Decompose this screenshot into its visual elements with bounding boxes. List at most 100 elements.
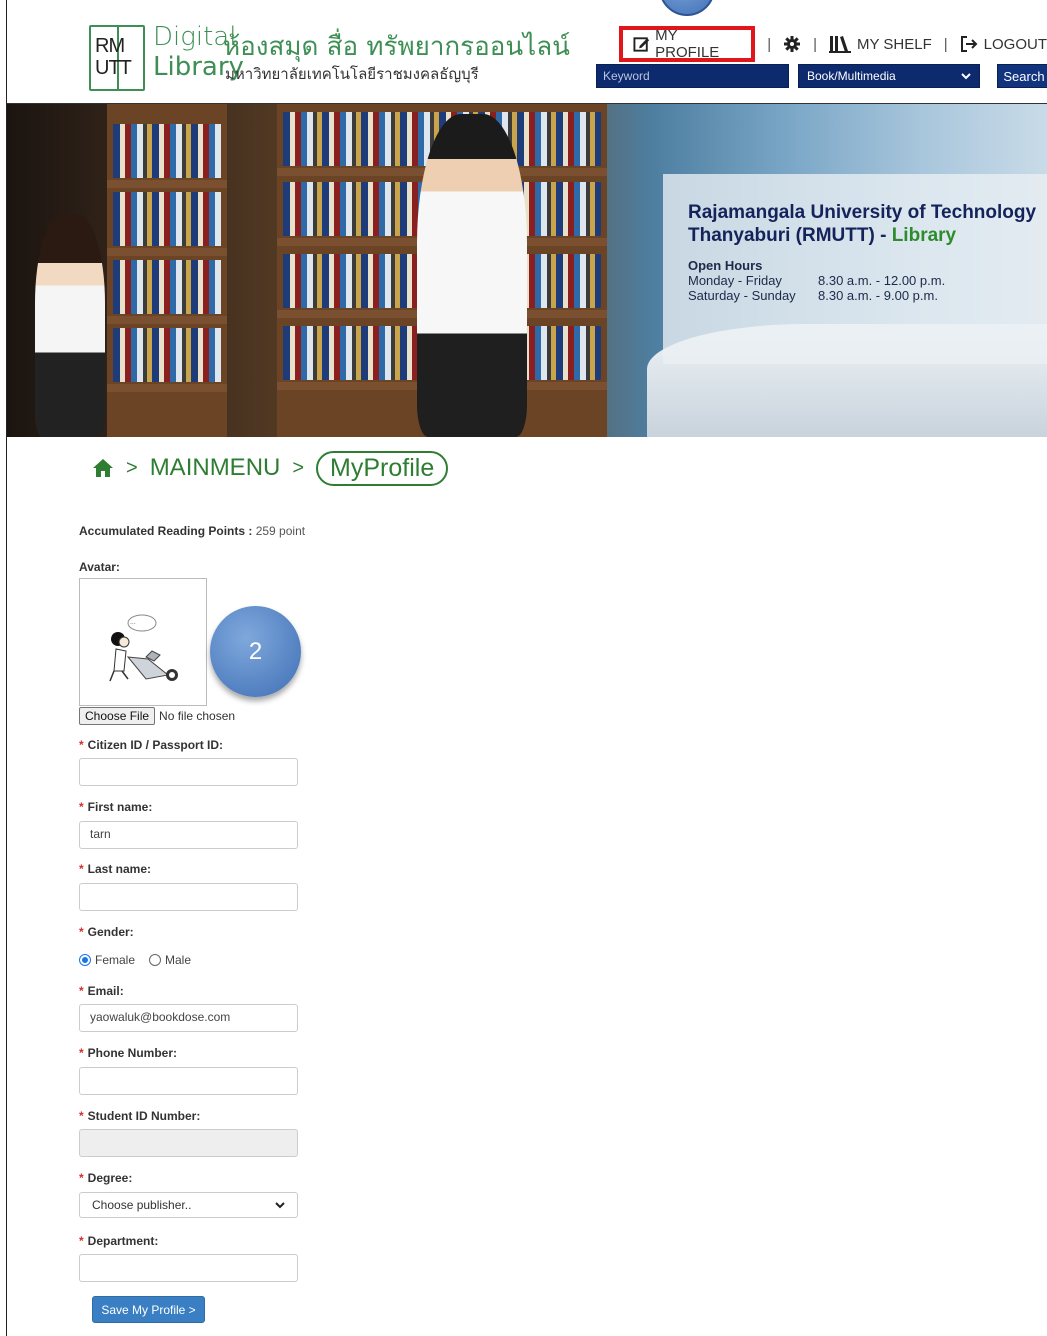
chevron-down-icon (961, 73, 971, 80)
first-name-label: * First name: (79, 800, 152, 814)
home-icon[interactable] (92, 458, 114, 478)
breadcrumb-separator: > (292, 456, 305, 479)
department-label-text: Department: (87, 1234, 159, 1248)
settings-link[interactable] (783, 35, 801, 53)
gear-icon (784, 36, 801, 52)
reading-points-label: Accumulated Reading Points : (79, 524, 256, 538)
open-hours: Open Hours Monday - Friday 8.30 a.m. - 1… (688, 258, 945, 303)
department-input[interactable] (79, 1254, 298, 1282)
avatar-label: Avatar: (79, 560, 120, 574)
degree-label: * Degree: (79, 1171, 132, 1185)
avatar-file-picker: Choose File No file chosen (79, 707, 235, 725)
library-info-panel: Rajamangala University of Technology Tha… (663, 174, 1047, 364)
search-keyword-input[interactable]: Keyword (596, 64, 789, 88)
university-name: Rajamangala University of Technology Tha… (688, 201, 1047, 247)
my-shelf-link[interactable]: MY SHELF (829, 35, 932, 53)
phone-input[interactable] (79, 1067, 298, 1095)
gender-label: * Gender: (79, 925, 134, 939)
student-figure (35, 214, 105, 437)
nav-separator: | (813, 35, 817, 53)
save-profile-button[interactable]: Save My Profile > (92, 1296, 205, 1323)
citizen-id-label-text: Citizen ID / Passport ID: (87, 738, 224, 752)
site-subtitle: มหาวิทยาลัยเทคโนโลยีราชมงคลธัญบุรี (225, 65, 479, 83)
my-profile-link[interactable]: MY PROFILE (619, 26, 756, 62)
required-mark: * (79, 862, 84, 876)
last-name-label: * Last name: (79, 862, 151, 876)
last-name-label-text: Last name: (87, 862, 152, 876)
logout-label: LOGOUT (983, 35, 1047, 53)
site-title: ห้องสมุด สื่อ ทรัพยากรออนไลน์ (223, 32, 570, 62)
choose-file-button[interactable]: Choose File (79, 707, 156, 725)
breadcrumb: > MAINMENU > MyProfile (92, 448, 449, 488)
svg-text:···: ··· (130, 621, 136, 628)
email-input[interactable]: yaowaluk@bookdose.com (79, 1004, 298, 1032)
hours-days: Saturday - Sunday (688, 288, 796, 303)
library-word: Library (891, 225, 957, 246)
breadcrumb-current: MyProfile (316, 450, 449, 486)
logout-icon (960, 36, 978, 52)
logo-rm-text: RM (95, 35, 125, 57)
breadcrumb-mainmenu[interactable]: MAINMENU (150, 454, 281, 482)
required-mark: * (79, 1234, 84, 1248)
phone-label-text: Phone Number: (87, 1046, 178, 1060)
required-mark: * (79, 984, 84, 998)
degree-select-value: Choose publisher.. (92, 1198, 192, 1212)
required-mark: * (79, 1046, 84, 1060)
student-id-label: * Student ID Number: (79, 1109, 200, 1123)
email-label-text: Email: (87, 984, 124, 998)
hours-time: 8.30 a.m. - 9.00 p.m. (818, 288, 938, 303)
step-marker-2: 2 (210, 606, 301, 697)
bookshelf-image (107, 104, 227, 437)
first-name-input[interactable]: tarn (79, 821, 298, 849)
my-profile-label: MY PROFILE (655, 27, 720, 61)
library-banner: Rajamangala University of Technology Tha… (7, 104, 1047, 437)
required-mark: * (79, 1109, 84, 1123)
gender-male-radio[interactable] (149, 954, 162, 966)
logo-utt-text: UTT (95, 57, 132, 79)
avatar-image: ··· (79, 578, 207, 706)
gender-label-text: Gender: (87, 925, 134, 939)
site-header: RM UTT Digital Library ห้องสมุด สื่อ ทรั… (7, 0, 1047, 104)
search-category-value: Book/Multimedia (807, 69, 896, 83)
reading-points-value: 259 point (255, 524, 306, 538)
hours-row: Monday - Friday 8.30 a.m. - 12.00 p.m. (688, 273, 945, 288)
nav-separator: | (943, 35, 948, 53)
gender-female-radio[interactable] (79, 954, 91, 966)
nav-separator: | (767, 35, 772, 53)
file-status: No file chosen (159, 709, 236, 723)
hours-days: Monday - Friday (688, 273, 782, 288)
student-figure (417, 114, 527, 437)
breadcrumb-separator: > (126, 456, 138, 479)
chevron-down-icon (275, 1202, 285, 1209)
hours-row: Saturday - Sunday 8.30 a.m. - 9.00 p.m. (688, 288, 945, 303)
phone-label: * Phone Number: (79, 1046, 177, 1060)
required-mark: * (79, 800, 84, 814)
gender-female-label: Female (95, 953, 136, 967)
rmutt-digital-library-logo[interactable]: RM UTT Digital Library (89, 21, 244, 93)
university-name-line1: Rajamangala University of Technology (688, 202, 1037, 223)
gender-options: Female Male (79, 953, 191, 967)
step-marker-1 (659, 0, 715, 16)
department-label: * Department: (79, 1234, 158, 1248)
search-category-select[interactable]: Book/Multimedia (798, 64, 980, 88)
my-shelf-label: MY SHELF (857, 35, 932, 53)
student-id-label-text: Student ID Number: (87, 1109, 201, 1123)
citizen-id-input[interactable] (79, 758, 298, 786)
bookshelf-icon (829, 36, 851, 53)
citizen-id-label: * Citizen ID / Passport ID: (79, 738, 223, 752)
last-name-input[interactable] (79, 883, 298, 911)
first-name-label-text: First name: (87, 800, 153, 814)
required-mark: * (79, 738, 84, 752)
search-button[interactable]: Search (997, 64, 1047, 88)
required-mark: * (79, 1171, 84, 1185)
email-label: * Email: (79, 984, 124, 998)
university-name-line2: Thanyaburi (RMUTT) - (688, 225, 892, 246)
reading-points: Accumulated Reading Points : 259 point (79, 524, 305, 538)
gender-male-label: Male (165, 953, 192, 967)
edit-icon (633, 37, 650, 52)
student-id-input (79, 1129, 298, 1157)
degree-select[interactable]: Choose publisher.. (79, 1192, 298, 1218)
open-hours-heading: Open Hours (688, 258, 763, 273)
top-navigation: MY PROFILE | | MY SHELF | LOGOUT (619, 26, 1047, 62)
logout-link[interactable]: LOGOUT (960, 35, 1047, 53)
